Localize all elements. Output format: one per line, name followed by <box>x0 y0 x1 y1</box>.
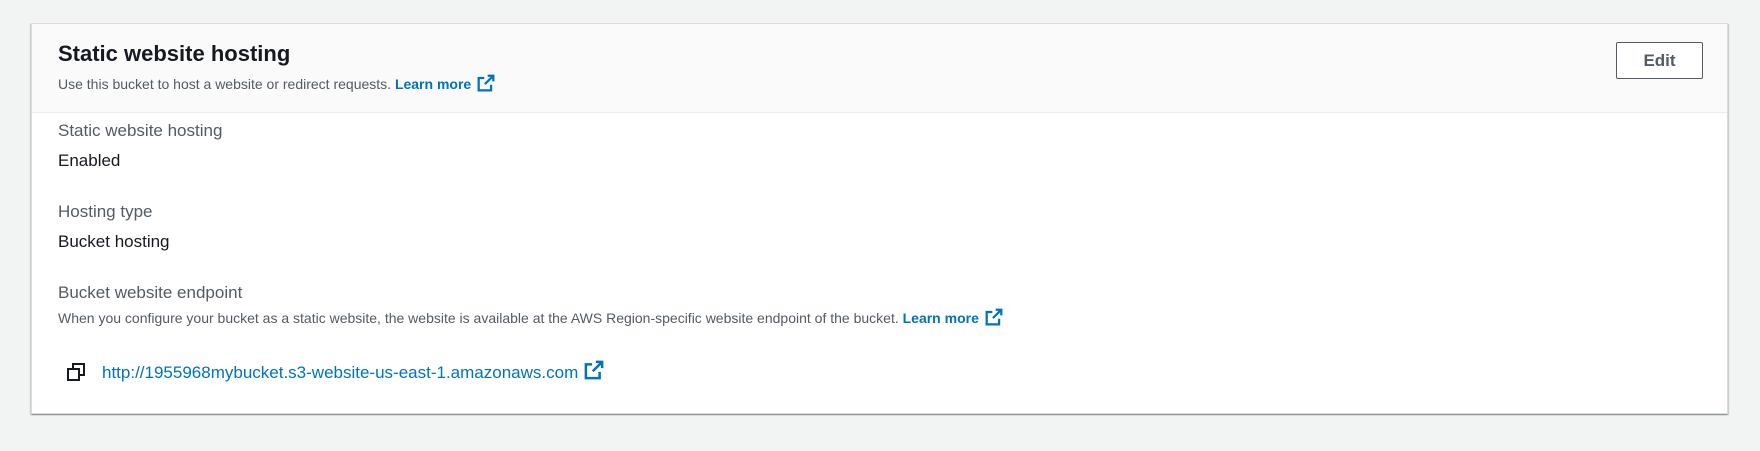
panel-description: Use this bucket to host a website or red… <box>58 74 495 98</box>
header-learn-more-label: Learn more <box>394 76 472 92</box>
panel-header: Static website hosting Use this bucket t… <box>32 24 1727 113</box>
bucket-endpoint-url: http://1955968mybucket.s3-website-us-eas… <box>102 362 579 382</box>
external-link-icon <box>584 360 604 385</box>
panel-title: Static website hosting <box>58 41 291 66</box>
endpoint-url-row: http://1955968mybucket.s3-website-us-eas… <box>66 359 604 385</box>
external-link-icon <box>985 308 1003 332</box>
field-hosting-type: Hosting type Bucket hosting <box>58 201 170 253</box>
header-learn-more-link[interactable]: Learn more <box>394 74 495 92</box>
external-link-icon <box>477 74 495 98</box>
field-value-hosting-type: Bucket hosting <box>58 232 170 252</box>
field-bucket-website-endpoint: Bucket website endpoint When you configu… <box>58 282 1003 332</box>
endpoint-description: When you configure your bucket as a stat… <box>58 308 1003 332</box>
endpoint-description-text: When you configure your bucket as a stat… <box>58 310 899 327</box>
field-static-website-hosting: Static website hosting Enabled <box>58 120 222 172</box>
field-value-enabled: Enabled <box>58 151 121 171</box>
field-label-hosting-type: Hosting type <box>58 202 153 221</box>
copy-icon[interactable] <box>66 362 86 382</box>
edit-button[interactable]: Edit <box>1616 42 1703 79</box>
panel-description-text: Use this bucket to host a website or red… <box>58 76 392 92</box>
endpoint-learn-more-label: Learn more <box>902 310 979 327</box>
static-website-hosting-panel: Static website hosting Use this bucket t… <box>31 23 1728 414</box>
bucket-endpoint-link[interactable]: http://1955968mybucket.s3-website-us-eas… <box>102 360 604 385</box>
field-label-endpoint: Bucket website endpoint <box>58 283 243 302</box>
endpoint-learn-more-link[interactable]: Learn more <box>902 308 1003 327</box>
field-label-static-website-hosting: Static website hosting <box>58 121 223 140</box>
